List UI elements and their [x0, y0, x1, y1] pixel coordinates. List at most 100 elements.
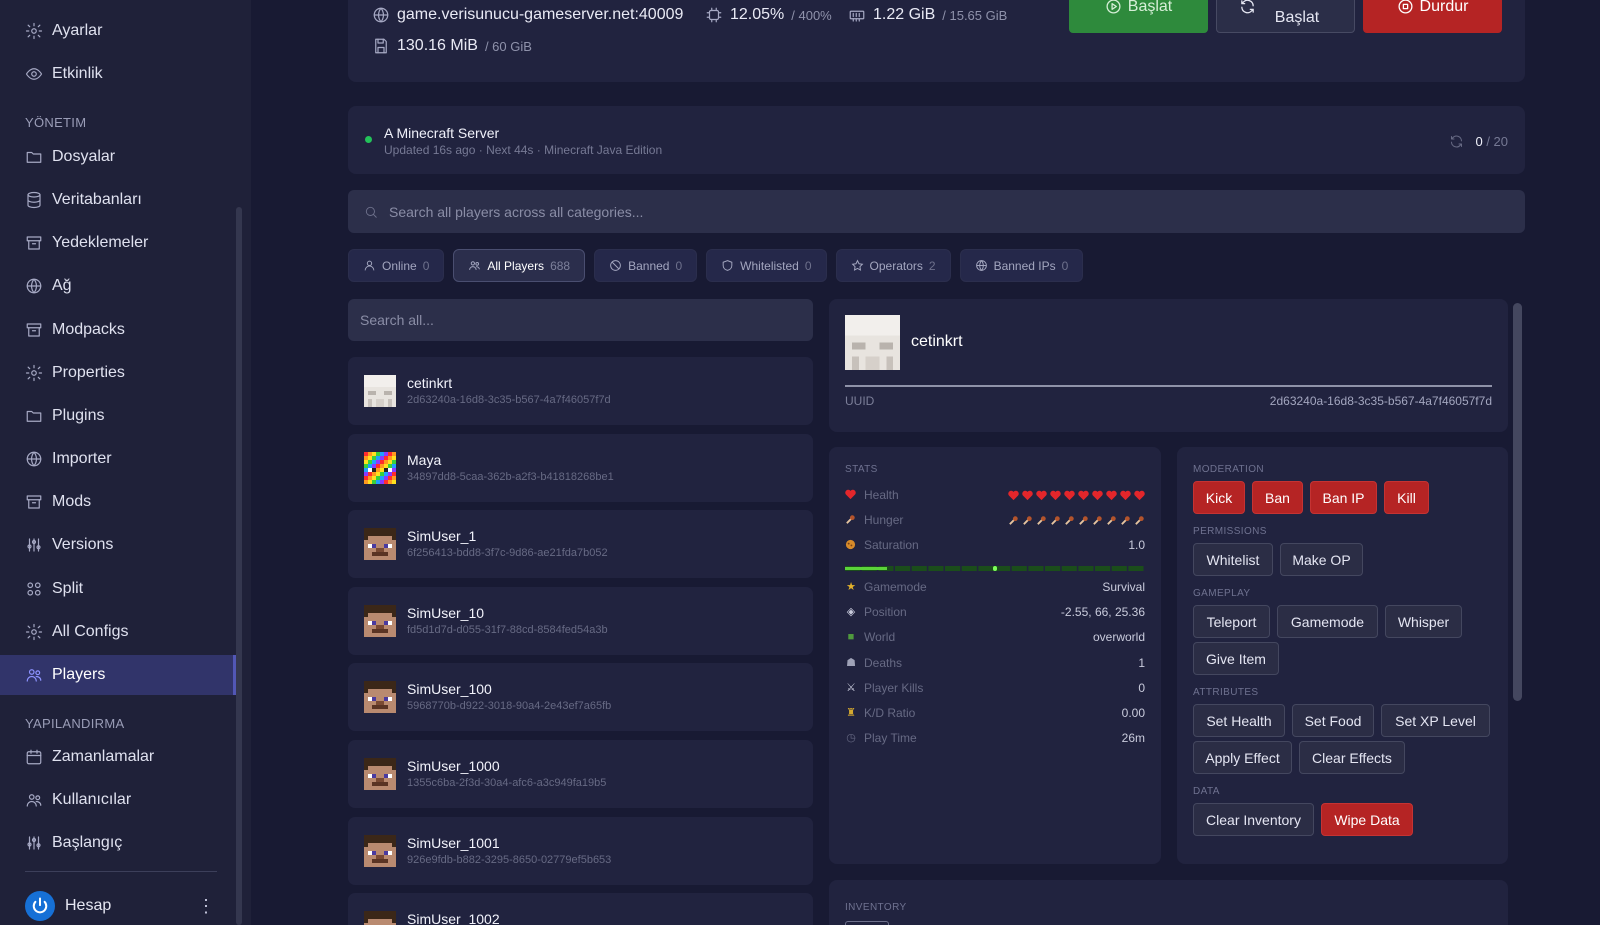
- clear-effects-button[interactable]: Clear Effects: [1299, 741, 1405, 774]
- sidebar-item-split[interactable]: Split: [25, 569, 232, 609]
- player-head-avatar: [364, 375, 396, 407]
- server-address: game.verisunucu-gameserver.net:40009: [372, 6, 683, 24]
- player-uuid: 6f256413-bdd8-3f7c-9d86-ae21fda7b052: [407, 547, 608, 560]
- tab-all-players[interactable]: All Players 688: [453, 249, 586, 282]
- uuid-label: UUID: [845, 394, 875, 408]
- ban-ip-button[interactable]: Ban IP: [1310, 481, 1377, 514]
- stat-label: Saturation: [864, 538, 919, 552]
- sidebar-item-label: Ağ: [52, 277, 72, 295]
- detail-scrollbar[interactable]: [1513, 303, 1522, 701]
- sidebar-item-modpacks[interactable]: Modpacks: [25, 310, 232, 350]
- account-menu[interactable]: Hesap ⋮: [25, 891, 215, 921]
- tab-whitelisted[interactable]: Whitelisted 0: [706, 249, 827, 282]
- sidebar-scrollbar[interactable]: [236, 207, 242, 925]
- tab-count: 0: [804, 258, 812, 273]
- stat-label: Play Time: [864, 731, 917, 746]
- data-label: DATA: [1193, 786, 1220, 797]
- player-row[interactable]: Maya 34897dd8-5caa-362b-a2f3-b41818268be1: [348, 433, 813, 502]
- player-row[interactable]: SimUser_100 5968770b-d922-3018-90a4-2e43e…: [348, 663, 813, 732]
- give-item-button[interactable]: Give Item: [1193, 642, 1279, 675]
- tab-banned[interactable]: Banned 0: [594, 249, 698, 282]
- sidebar-item-plugins[interactable]: Plugins: [25, 396, 232, 436]
- tab-banned-ips[interactable]: Banned IPs 0: [959, 249, 1084, 282]
- sidebar-item-kullan-c-lar[interactable]: Kullanıcılar: [25, 780, 232, 820]
- tab-operators[interactable]: Operators 2: [835, 249, 951, 282]
- stat-label: Hunger: [864, 513, 904, 527]
- player-row[interactable]: SimUser_1 6f256413-bdd8-3f7c-9d86-ae21fda…: [348, 510, 813, 579]
- make-op-button[interactable]: Make OP: [1280, 543, 1363, 576]
- cpu-icon: [705, 6, 723, 24]
- restart-button[interactable]: Yeniden Başlat: [1216, 0, 1355, 33]
- player-row[interactable]: SimUser_1001 926e9fdb-b882-3295-8650-0277…: [348, 816, 813, 885]
- inventory-card: INVENTORY: [829, 880, 1508, 925]
- sidebar-item-dosyalar[interactable]: Dosyalar: [25, 137, 232, 177]
- stat-label: Gamemode: [864, 580, 927, 594]
- whisper-button[interactable]: Whisper: [1385, 605, 1462, 638]
- tab-label: Operators: [869, 258, 923, 273]
- refresh-icon[interactable]: [1447, 132, 1465, 150]
- set-food-button[interactable]: Set Food: [1292, 704, 1374, 737]
- sidebar-item-mods[interactable]: Mods: [25, 482, 232, 522]
- cpu-usage: 12.05% / 400%: [705, 6, 832, 24]
- sidebar-item-yedeklemeler[interactable]: Yedeklemeler: [25, 223, 232, 263]
- player-count: 0 / 20: [1447, 132, 1508, 150]
- drumstick-icon: [1078, 515, 1089, 526]
- stat-deaths-icon: ☗: [846, 656, 856, 669]
- kick-button[interactable]: Kick: [1193, 481, 1245, 514]
- teleport-button[interactable]: Teleport: [1193, 605, 1270, 638]
- sidebar-item-veritabanlar-[interactable]: Veritabanları: [25, 180, 232, 220]
- stat-value: 1.0: [1128, 538, 1145, 552]
- heart-icon: [1064, 490, 1075, 501]
- sidebar-item-all-configs[interactable]: All Configs: [25, 612, 232, 652]
- apply-effect-button[interactable]: Apply Effect: [1193, 741, 1292, 774]
- sidebar-item-label: All Configs: [52, 622, 129, 640]
- global-search-input[interactable]: [389, 203, 1525, 220]
- stop-button[interactable]: Durdur: [1363, 0, 1502, 33]
- sidebar-item-ba-lang-[interactable]: Başlangıç: [25, 823, 232, 863]
- player-row[interactable]: SimUser_1002: [348, 893, 813, 925]
- drumstick-icon: [1106, 515, 1117, 526]
- inventory-slot[interactable]: [845, 921, 889, 925]
- sidebar-item-versions[interactable]: Versions: [25, 525, 232, 565]
- wipe-data-button[interactable]: Wipe Data: [1321, 803, 1413, 836]
- player-name: SimUser_1: [407, 528, 477, 545]
- clear-inventory-button[interactable]: Clear Inventory: [1193, 803, 1314, 836]
- stat-health: Health: [845, 486, 1145, 504]
- sidebar-item-label: Veritabanları: [52, 191, 142, 209]
- set-xp-level-button[interactable]: Set XP Level: [1381, 704, 1490, 737]
- sidebar-item-importer[interactable]: Importer: [25, 439, 232, 479]
- sidebar-item-label: Zamanlamalar: [52, 748, 155, 765]
- player-list-search-input[interactable]: [360, 312, 813, 328]
- player-avatar: [845, 315, 900, 370]
- whitelist-button[interactable]: Whitelist: [1193, 543, 1273, 576]
- sidebar-item-zamanlamalar[interactable]: Zamanlamalar: [25, 737, 232, 777]
- sidebar-item-properties[interactable]: Properties: [25, 353, 232, 393]
- set-health-button[interactable]: Set Health: [1193, 704, 1285, 737]
- stat-position: ◈ Position -2.55, 66, 25.36: [845, 603, 1145, 621]
- global-search-bar[interactable]: [348, 190, 1525, 233]
- online-count: 0: [1475, 133, 1483, 149]
- gamemode-button[interactable]: Gamemode: [1277, 605, 1378, 638]
- tab-online[interactable]: Online 0: [348, 249, 445, 282]
- more-vertical-icon[interactable]: ⋮: [197, 897, 215, 915]
- tab-label: Online: [382, 258, 417, 273]
- player-list-search[interactable]: [348, 299, 813, 341]
- player-head-avatar: [364, 451, 396, 484]
- sidebar-item-label: Mods: [52, 493, 92, 511]
- sidebar-item-label: Players: [52, 665, 106, 683]
- player-name: SimUser_1000: [407, 758, 500, 774]
- sidebar-item-a-[interactable]: Ağ: [25, 266, 232, 306]
- ban-button[interactable]: Ban: [1252, 481, 1303, 514]
- sidebar-item-ayarlar[interactable]: Ayarlar: [25, 11, 232, 51]
- player-row[interactable]: SimUser_1000 1355c6ba-2f3d-30a4-afc6-a3c9…: [348, 740, 813, 808]
- folder-icon: [25, 148, 43, 166]
- start-button[interactable]: Başlat: [1069, 0, 1208, 33]
- player-row[interactable]: cetinkrt 2d63240a-16d8-3c35-b567-4a7f4605…: [348, 357, 813, 425]
- xp-bar-graphic: [845, 566, 1144, 571]
- kill-button[interactable]: Kill: [1384, 481, 1429, 514]
- sidebar-item-players[interactable]: Players: [0, 654, 236, 695]
- sidebar-item-etkinlik[interactable]: Etkinlik: [25, 54, 232, 94]
- stat-saturation: Saturation 1.0: [845, 536, 1145, 554]
- stat-play-time-icon: ◷: [846, 732, 856, 745]
- player-row[interactable]: SimUser_10 fd5d1d7d-d055-31f7-88cd-8584fe…: [348, 586, 813, 655]
